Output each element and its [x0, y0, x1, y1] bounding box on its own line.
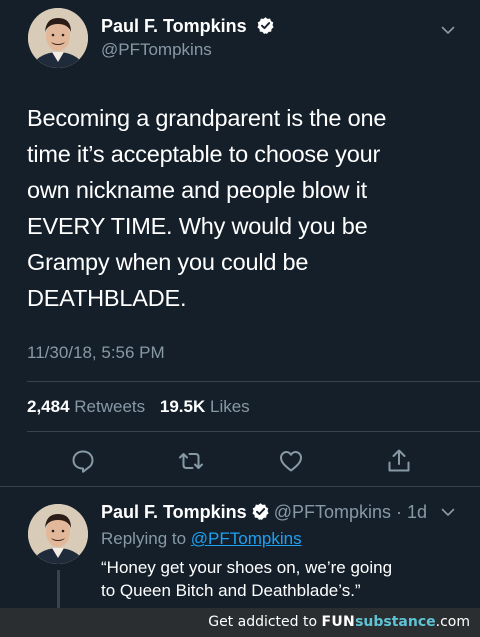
- retweets-label[interactable]: Retweets: [74, 397, 145, 416]
- tweet-text-line: EVERY TIME. Why would you be: [27, 213, 368, 239]
- watermark-brand-fun: FUN: [321, 614, 356, 630]
- like-button[interactable]: [277, 447, 305, 475]
- tweet-text-line: DEATHBLADE.: [27, 285, 187, 311]
- verified-badge-icon: [252, 503, 269, 520]
- replying-to-label: Replying to: [101, 529, 187, 548]
- author-handle[interactable]: @PFTompkins: [101, 40, 212, 60]
- replying-to: Replying to @PFTompkins: [101, 529, 302, 549]
- tweet-text-line: Grampy when you could be: [27, 249, 309, 275]
- author-avatar[interactable]: [28, 8, 88, 68]
- reply-handle-and-time[interactable]: @PFTompkins · 1d: [274, 502, 427, 522]
- divider: [27, 431, 480, 432]
- site-watermark: Get addicted to FUNsubstance.com: [0, 608, 480, 637]
- tweet-text-line: own nickname and people blow it: [27, 177, 367, 203]
- retweet-button[interactable]: [177, 447, 205, 475]
- reply-header: Paul F. Tompkins @PFTompkins · 1d: [101, 502, 427, 523]
- verified-badge-icon: [257, 17, 274, 34]
- reply-text: “Honey get your shoes on, we’re going to…: [101, 556, 461, 602]
- chevron-down-icon[interactable]: [440, 504, 456, 520]
- reply-author-name[interactable]: Paul F. Tompkins: [101, 502, 247, 522]
- avatar-portrait-icon: [28, 8, 88, 68]
- replying-to-handle-link[interactable]: @PFTompkins: [191, 529, 302, 548]
- engagement-stats: 2,484 Retweets 19.5K Likes: [27, 397, 260, 417]
- like-icon: [280, 451, 302, 472]
- tweet-timestamp[interactable]: 11/30/18, 5:56 PM: [27, 343, 165, 363]
- author-name-text: Paul F. Tompkins: [101, 16, 247, 36]
- retweets-count[interactable]: 2,484: [27, 397, 70, 416]
- watermark-prefix: Get addicted to: [208, 614, 318, 630]
- divider: [0, 486, 480, 487]
- author-name[interactable]: Paul F. Tompkins: [101, 16, 275, 37]
- reply-text-line: “Honey get your shoes on, we’re going: [101, 558, 393, 577]
- retweet-icon: [179, 453, 203, 469]
- tweet-text-line: Becoming a grandparent is the one: [27, 105, 387, 131]
- tweet-text: Becoming a grandparent is the one time i…: [27, 100, 457, 316]
- likes-count[interactable]: 19.5K: [160, 397, 205, 416]
- share-icon: [388, 449, 410, 472]
- reply-text-line: to Queen Bitch and Deathblade’s.”: [101, 581, 361, 600]
- avatar-portrait-icon: [28, 504, 88, 564]
- likes-label[interactable]: Likes: [210, 397, 250, 416]
- tweet-text-line: time it’s acceptable to choose your: [27, 141, 381, 167]
- chevron-down-icon[interactable]: [440, 22, 456, 38]
- reply-author-avatar[interactable]: [28, 504, 88, 564]
- reply-button[interactable]: [69, 447, 97, 475]
- divider: [27, 381, 480, 382]
- tweet-screenshot: Paul F. Tompkins @PFTompkins Becoming a …: [0, 0, 480, 637]
- thread-connector-line: [57, 570, 60, 610]
- watermark-text: Get addicted to FUNsubstance.com: [208, 608, 470, 637]
- reply-icon: [72, 450, 94, 473]
- share-button[interactable]: [385, 447, 413, 475]
- watermark-brand-tld: .com: [435, 614, 470, 630]
- watermark-brand-substance: substance: [355, 614, 436, 630]
